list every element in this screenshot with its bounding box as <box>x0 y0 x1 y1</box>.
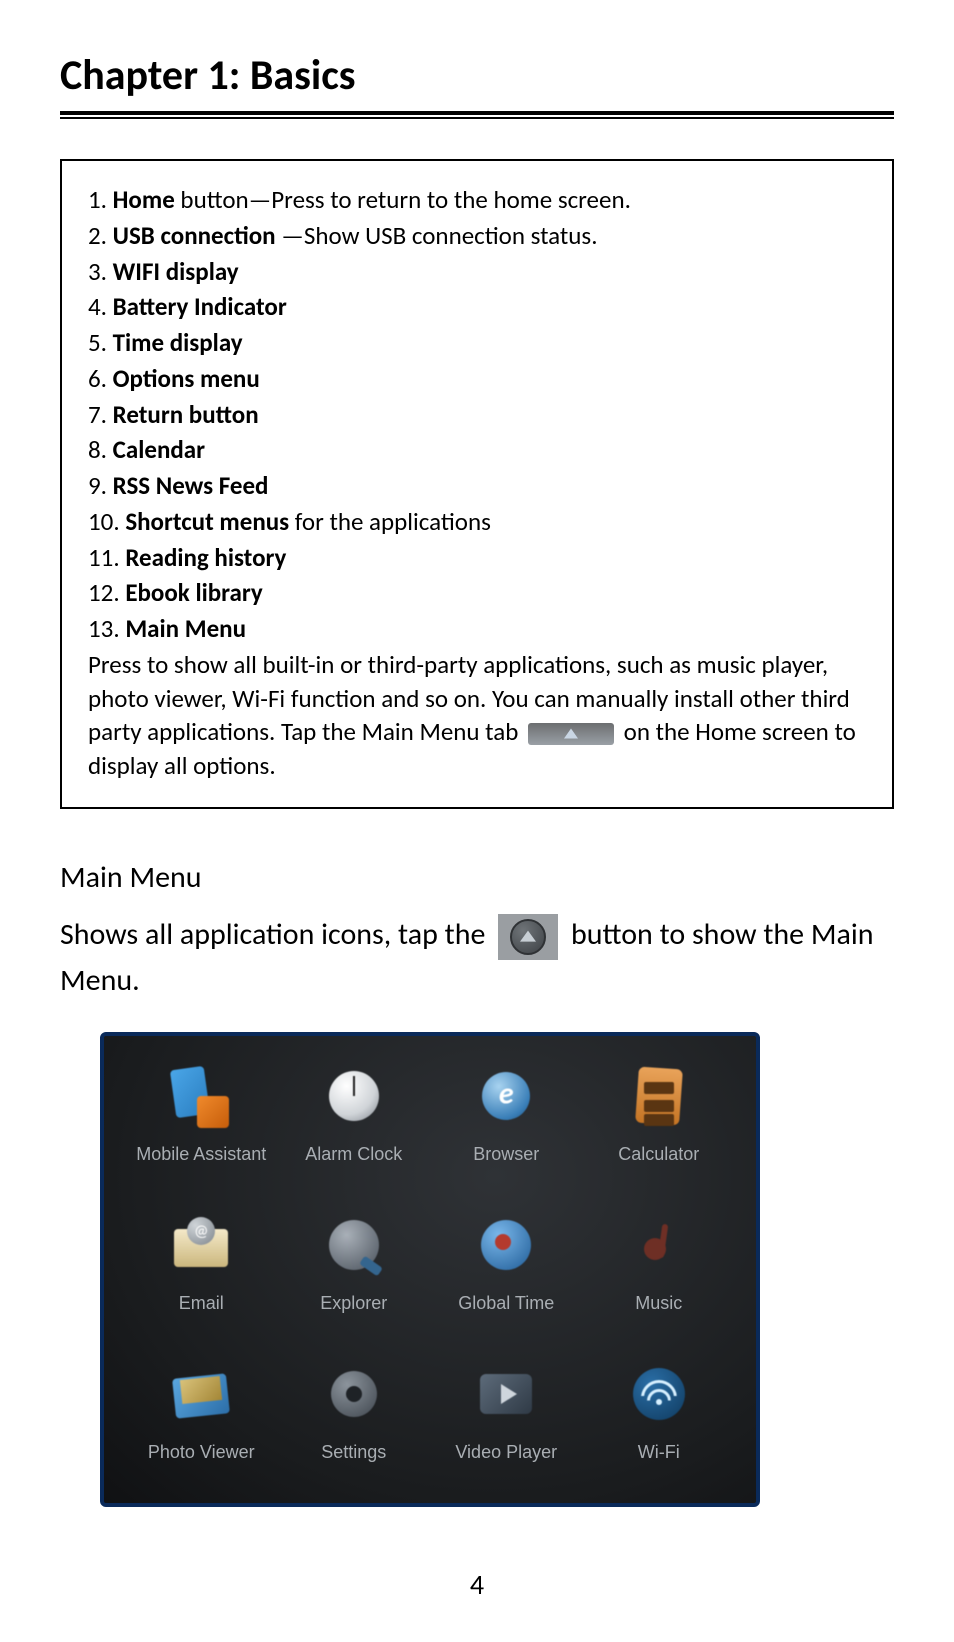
app-photo-viewer[interactable]: Photo Viewer <box>130 1360 273 1463</box>
list-item-bold: Battery Indicator <box>113 291 287 322</box>
list-item-number: 10. <box>88 506 125 537</box>
video-icon <box>472 1360 540 1428</box>
list-item-number: 9. <box>88 470 113 501</box>
app-label: Browser <box>473 1144 539 1165</box>
list-item-bold: Options menu <box>113 363 260 394</box>
list-item-bold: Shortcut menus <box>125 506 289 537</box>
feature-list-item: 4. Battery Indicator <box>88 290 866 324</box>
app-settings[interactable]: Settings <box>283 1360 426 1463</box>
photo-icon <box>167 1360 235 1428</box>
list-item-number: 3. <box>88 256 113 287</box>
app-label: Explorer <box>320 1293 387 1314</box>
list-item-number: 6. <box>88 363 113 394</box>
main-menu-round-button-icon <box>498 914 558 960</box>
feature-list-item: 8. Calendar <box>88 433 866 467</box>
app-label: Wi-Fi <box>638 1442 680 1463</box>
list-item-bold: Calendar <box>113 434 205 465</box>
feature-list-item: 13. Main Menu <box>88 612 866 646</box>
globaltime-icon <box>472 1211 540 1279</box>
app-label: Mobile Assistant <box>136 1144 266 1165</box>
feature-list-item: 3. WIFI display <box>88 255 866 289</box>
list-item-number: 2. <box>88 220 113 251</box>
list-item-number: 7. <box>88 399 113 430</box>
list-item-bold: Main Menu <box>125 613 246 644</box>
page-number: 4 <box>60 1567 894 1602</box>
feature-list-item: 9. RSS News Feed <box>88 469 866 503</box>
feature-list-item: 7. Return button <box>88 398 866 432</box>
music-icon <box>625 1211 693 1279</box>
feature-list-item: 6. Options menu <box>88 362 866 396</box>
list-item-bold: USB connection <box>113 220 276 251</box>
calc-icon <box>625 1062 693 1130</box>
app-music[interactable]: Music <box>588 1211 731 1314</box>
mobile-icon <box>167 1062 235 1130</box>
app-label: Music <box>635 1293 682 1314</box>
feature-list-box: 1. Home button—Press to return to the ho… <box>60 159 894 809</box>
list-item-bold: RSS News Feed <box>113 470 269 501</box>
list-item-bold: Time display <box>113 327 243 358</box>
app-mobile-assistant[interactable]: Mobile Assistant <box>130 1062 273 1165</box>
browser-icon <box>472 1062 540 1130</box>
chapter-title: Chapter 1: Basics <box>60 50 894 101</box>
list-item-number: 12. <box>88 577 125 608</box>
box-tail-paragraph: Press to show all built-in or third-part… <box>88 648 866 783</box>
wifi-icon <box>625 1360 693 1428</box>
feature-list-item: 11. Reading history <box>88 541 866 575</box>
app-calculator[interactable]: Calculator <box>588 1062 731 1165</box>
list-item-number: 4. <box>88 291 113 322</box>
list-item-rest: for the applications <box>289 506 491 537</box>
feature-list-item: 1. Home button—Press to return to the ho… <box>88 183 866 217</box>
list-item-number: 13. <box>88 613 125 644</box>
settings-icon <box>320 1360 388 1428</box>
clock-icon <box>320 1062 388 1130</box>
app-explorer[interactable]: Explorer <box>283 1211 426 1314</box>
list-item-bold: WIFI display <box>113 256 239 287</box>
list-item-bold: Reading history <box>125 542 286 573</box>
app-label: Photo Viewer <box>148 1442 255 1463</box>
list-item-rest: button—Press to return to the home scree… <box>175 184 631 215</box>
list-item-number: 1. <box>88 184 113 215</box>
main-menu-description: Shows all application icons, tap the but… <box>60 914 894 1002</box>
body-pre: Shows all application icons, tap the <box>60 916 492 953</box>
feature-list-item: 12. Ebook library <box>88 576 866 610</box>
app-alarm-clock[interactable]: Alarm Clock <box>283 1062 426 1165</box>
app-browser[interactable]: Browser <box>435 1062 578 1165</box>
title-rule-thick <box>60 111 894 115</box>
list-item-number: 11. <box>88 542 125 573</box>
list-item-number: 5. <box>88 327 113 358</box>
email-icon <box>167 1211 235 1279</box>
list-item-bold: Home <box>113 184 175 215</box>
app-global-time[interactable]: Global Time <box>435 1211 578 1314</box>
app-label: Email <box>179 1293 224 1314</box>
list-item-rest: —Show USB connection status. <box>276 220 598 251</box>
app-label: Settings <box>321 1442 386 1463</box>
section-heading-main-menu: Main Menu <box>60 859 894 896</box>
app-label: Global Time <box>458 1293 554 1314</box>
app-label: Video Player <box>455 1442 557 1463</box>
list-item-bold: Return button <box>113 399 259 430</box>
app-label: Calculator <box>618 1144 699 1165</box>
app-label: Alarm Clock <box>305 1144 402 1165</box>
app-video-player[interactable]: Video Player <box>435 1360 578 1463</box>
list-item-number: 8. <box>88 434 113 465</box>
app-wi-fi[interactable]: Wi-Fi <box>588 1360 731 1463</box>
title-rule-thin <box>60 117 894 119</box>
feature-list-item: 2. USB connection —Show USB connection s… <box>88 219 866 253</box>
list-item-bold: Ebook library <box>125 577 262 608</box>
feature-list-item: 5. Time display <box>88 326 866 360</box>
explorer-icon <box>320 1211 388 1279</box>
app-email[interactable]: Email <box>130 1211 273 1314</box>
feature-list-item: 10. Shortcut menus for the applications <box>88 505 866 539</box>
main-menu-screenshot: Mobile Assistant Alarm Clock Browser Calcul… <box>100 1032 760 1507</box>
main-menu-tab-icon <box>528 723 614 745</box>
